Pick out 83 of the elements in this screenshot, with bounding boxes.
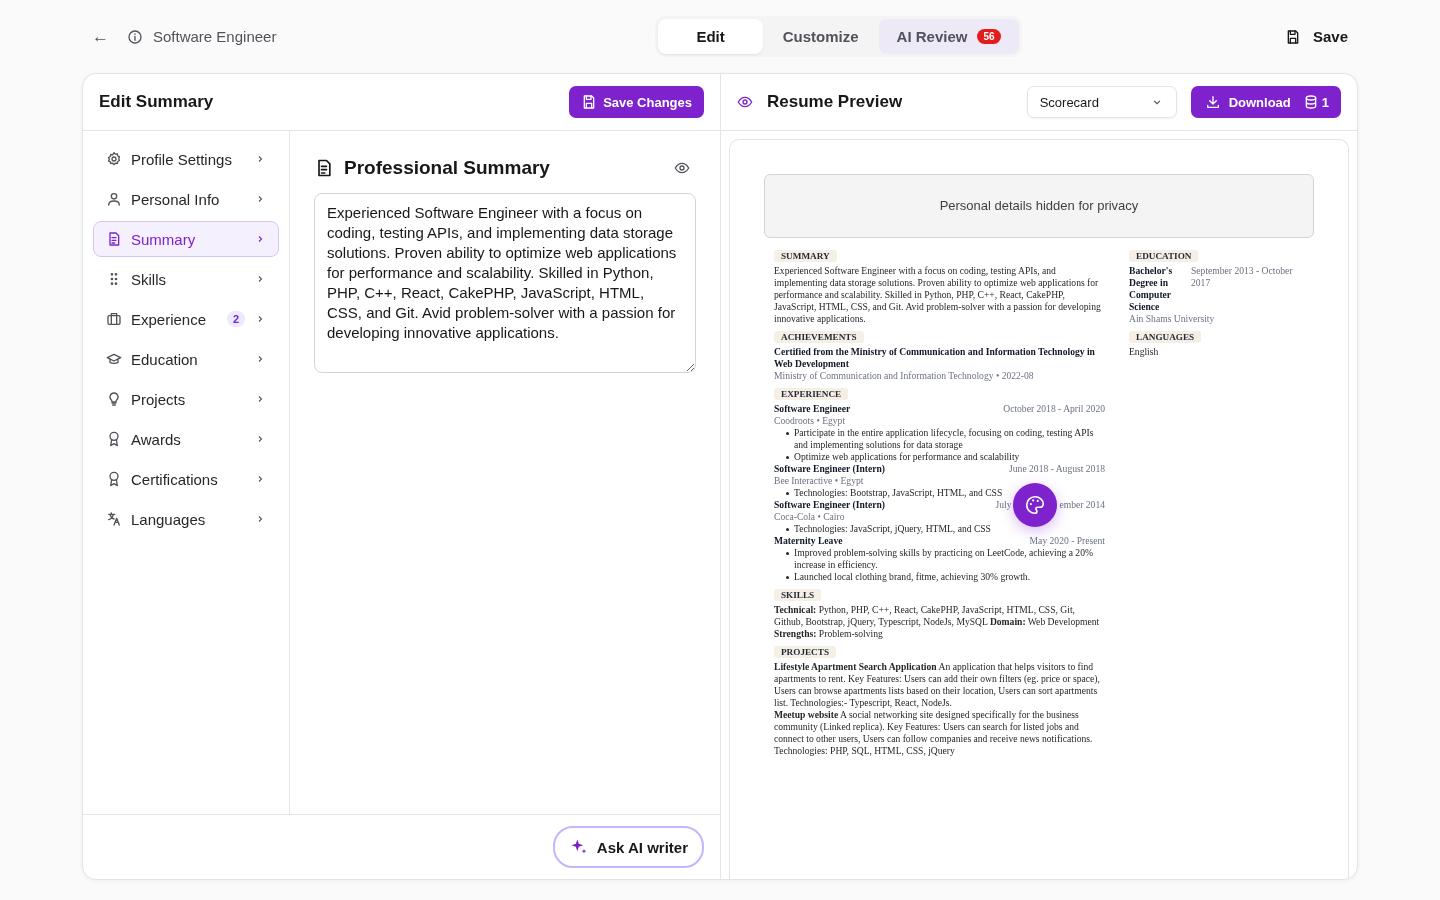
bullet-dot — [786, 528, 789, 531]
bullet-text: Participate in the entire application lifecycle, focusing on coding, testing APIs and implementing solutions for data storage — [794, 427, 1095, 451]
bullet-text: Technologies: JavaScript, jQuery, HTML, and CSS — [794, 523, 991, 535]
bullet-text: Launched local clothing brand, fitme, achieving 30% growth. — [794, 571, 1031, 583]
bullet-text: Improved problem-solving skills by practicing on LeetCode, achieving a 20% increase in efficiency. — [794, 547, 1094, 571]
lightbulb-icon — [106, 391, 122, 407]
section-heading: EDUCATION — [1129, 250, 1199, 262]
download-button[interactable]: Download 1 — [1190, 86, 1341, 118]
visibility-icon[interactable] — [674, 160, 690, 176]
sidebar-item[interactable]: Experience 2 — [93, 301, 279, 337]
job-dates: June 2018 - August 2018 — [1009, 463, 1105, 475]
job-title: Software Engineer (Intern) — [774, 499, 886, 511]
company-location: Coca-Cola • Cairo — [774, 511, 846, 523]
briefcase-icon — [106, 311, 122, 327]
section-heading: PROJECTS — [774, 646, 836, 658]
job-title: Software Engineer (Intern) — [774, 463, 886, 475]
job-title: Maternity Leave — [774, 535, 843, 547]
education-dates: September 2013 - October 2017 — [1191, 265, 1294, 289]
template-dropdown[interactable]: Scorecard — [1026, 86, 1177, 118]
gear-icon — [106, 151, 122, 167]
sidebar-item[interactable]: Awards — [93, 421, 279, 457]
bullet-dot — [786, 576, 789, 579]
job-dates: ember 2014 — [1059, 499, 1105, 511]
bullet-dot — [786, 432, 789, 435]
sidebar-item[interactable]: Skills — [93, 261, 279, 297]
document-icon — [106, 231, 122, 247]
section-title: Professional Summary — [344, 157, 551, 179]
job-dates: July — [995, 499, 1012, 511]
bullet-text: Technologies: Bootstrap, JavaScript, HTML, and CSS — [794, 487, 1003, 499]
entry-title: Certified from the Ministry of Communication and Information Technology in Web Development — [774, 346, 1096, 370]
count-badge: 2 — [226, 311, 245, 327]
ribbon-icon — [106, 431, 122, 447]
entry-subtitle: Ministry of Communication and Information Technology • 2022-08 — [774, 370, 1035, 382]
job-dates: October 2018 - April 2020 — [1003, 403, 1105, 415]
panel-title: Edit Summary — [99, 92, 215, 112]
panel-title: Resume Preview — [767, 92, 904, 112]
summary-field[interactable]: Experienced Software Engineer with a focus on coding, testing APIs, and implementing data storage solutions. Proven ability to optimize web applications for performance and scalability. Skilled in Python, PHP, C++, React, CakePHP, JavaScript, HTML, CSS, and Git. Avid problem-solver with a passion for developing innovative applications. — [314, 193, 696, 373]
tab[interactable]: Edit — [658, 19, 763, 54]
bullet-text: Optimize web applications for performance and scalability — [794, 451, 1020, 463]
section-heading: LANGUAGES — [1129, 331, 1202, 343]
ask-ai-writer-button[interactable]: Ask AI writer — [552, 826, 704, 868]
sidebar-item[interactable]: Profile Settings — [93, 141, 279, 177]
graduation-cap-icon — [106, 351, 122, 367]
sidebar-item[interactable]: Certifications — [93, 461, 279, 497]
school-name: Ain Shams University — [1129, 313, 1216, 325]
sidebar-item[interactable]: Personal Info — [93, 181, 279, 217]
section-heading: ACHIEVEMENTS — [774, 331, 864, 343]
info-icon — [127, 28, 143, 45]
bullet-dot — [786, 552, 789, 555]
section-text: Technical: Python, PHP, C++, React, CakePHP, JavaScript, HTML, CSS, Git, Github, Bootstrap, jQuery, Typescript, NodeJs, MySQL Domain: Web Development Strengths: Problem-solving — [774, 604, 1101, 640]
ribbon-icon — [106, 471, 122, 487]
save-button[interactable]: Save — [1284, 22, 1348, 51]
palette-icon — [1024, 494, 1047, 516]
company-location: Bee Interactive • Egypt — [774, 475, 865, 487]
sidebar-item[interactable]: Education — [93, 341, 279, 377]
theme-palette-button[interactable] — [1013, 483, 1058, 527]
degree-title: Bachelor's Degree in Computer Science — [1129, 265, 1174, 313]
download-icon — [1204, 94, 1221, 110]
person-icon — [106, 191, 122, 207]
section-text: English — [1129, 346, 1160, 358]
section-heading: EXPERIENCE — [774, 388, 849, 400]
tab[interactable]: Customize — [764, 19, 877, 54]
sidebar-item[interactable]: Languages — [93, 501, 279, 537]
section-heading: SKILLS — [774, 589, 822, 601]
sidebar-item[interactable]: Projects — [93, 381, 279, 417]
section-text: Experienced Software Engineer with a focus on coding, testing APIs, and implementing data storage solutions. Proven ability to optimize web applications for performance and scalability. Skilled in Python, PHP, C++, React, CakePHP, JavaScript, HTML, CSS, and Git. Avid problem-solver with a passion for developing innovative applications. — [774, 265, 1102, 325]
save-changes-button[interactable]: Save Changes — [569, 86, 704, 118]
section-text: Lifestyle Apartment Search Application An application that helps visitors to find apartments to rent. Key Features: Users can add their own filters (eg. price or space), Users can browse apartments lists based on their location, Users can sort apartments list. Technologies:- Typescript, React, NodeJs. — [774, 661, 1101, 709]
document-title: Software Engineer — [153, 28, 277, 45]
eye-icon — [737, 94, 753, 110]
job-dates: May 2020 - Present — [1029, 535, 1105, 547]
company-location: Coodroots • Egypt — [774, 415, 847, 427]
section-text: Meetup website A social networking site designed specifically for the business community (Linked replica). Key Features: Users can search for listed jobs and connect to other users, Users can follow companies and receive news notifications. Technologies: PHP, SQL, HTML, CSS, jQuery — [774, 709, 1094, 757]
bullet-dot — [786, 492, 789, 495]
section-heading: SUMMARY — [774, 250, 837, 262]
translate-icon — [106, 511, 122, 527]
tab[interactable]: AI Review 56 — [878, 19, 1019, 54]
count-badge: 56 — [977, 29, 1001, 44]
job-title: Software Engineer — [774, 403, 851, 415]
back-button[interactable]: ← — [92, 26, 109, 47]
privacy-notice: Personal details hidden for privacy — [764, 174, 1314, 238]
bullet-dot — [786, 456, 789, 459]
sidebar-item[interactable]: Summary — [93, 221, 279, 257]
